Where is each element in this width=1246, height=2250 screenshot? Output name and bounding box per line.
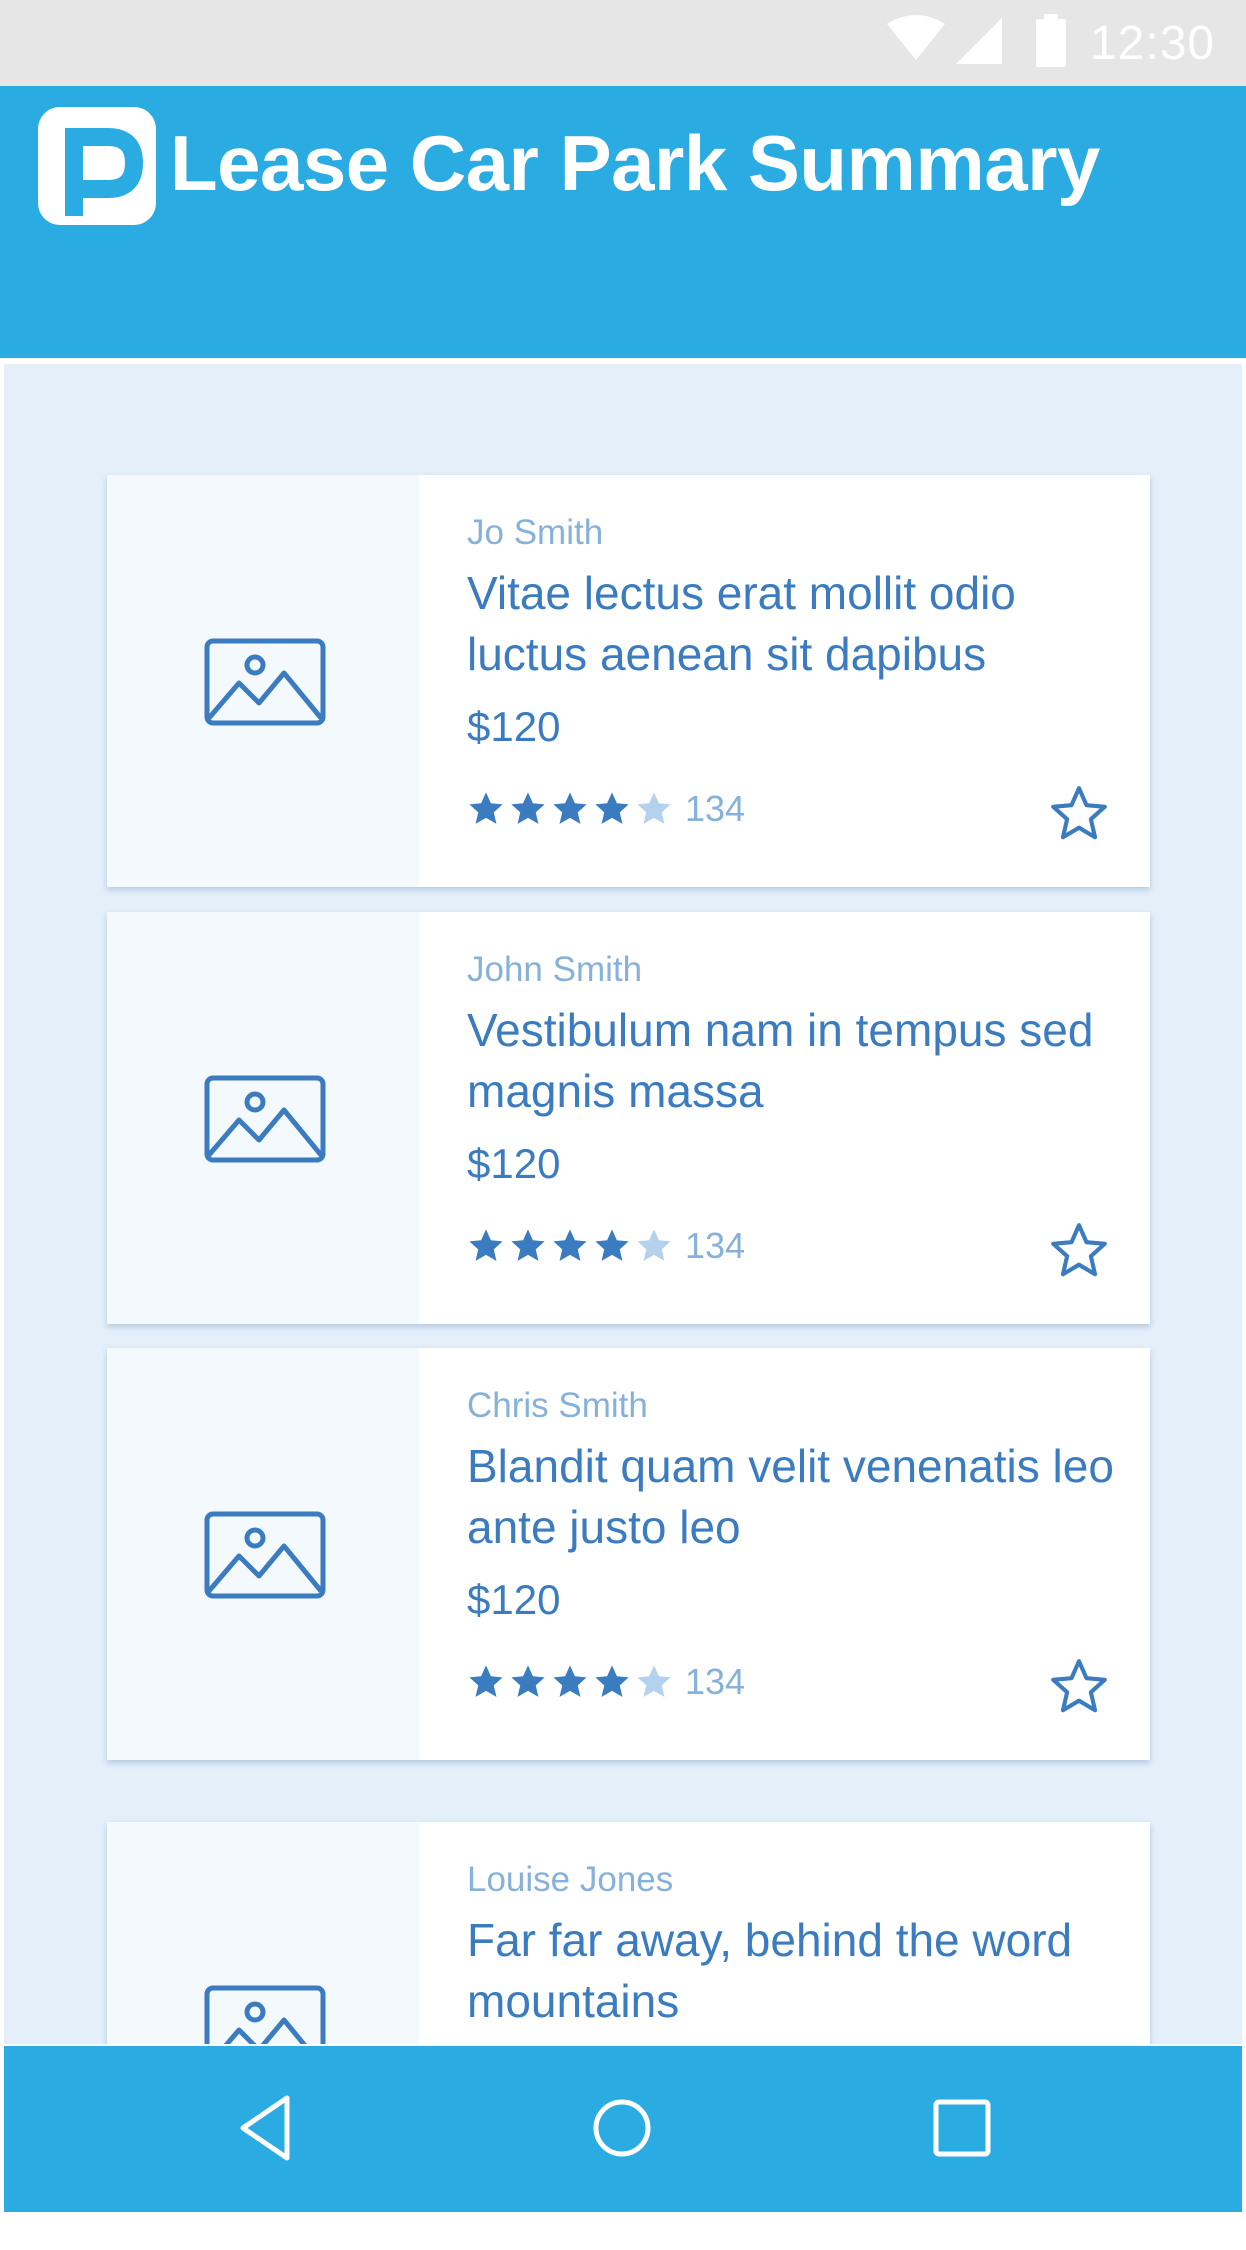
home-icon[interactable]: [582, 2088, 662, 2168]
star-filled-icon: [511, 1229, 545, 1261]
battery-icon: [1036, 14, 1066, 67]
rating-count: 134: [685, 1225, 746, 1266]
listing-card[interactable]: John Smith Vestibulum nam in tempus sed …: [107, 912, 1150, 1324]
star-light-icon: [637, 1229, 671, 1261]
favorite-star-icon[interactable]: [1048, 1220, 1110, 1282]
favorite-star-icon[interactable]: [1048, 783, 1110, 845]
listing-title[interactable]: Vitae lectus erat mollit odio luctus aen…: [467, 563, 1117, 685]
app-title: Lease Car Park Summary: [170, 119, 1100, 207]
listing-rating: 134: [467, 1224, 745, 1268]
listing-thumbnail[interactable]: [107, 912, 419, 1324]
recents-icon[interactable]: [922, 2088, 1002, 2168]
image-placeholder-icon: [204, 1985, 326, 2044]
listing-author: Louise Jones: [467, 1860, 674, 1899]
listing-thumbnail[interactable]: [107, 475, 419, 887]
image-placeholder-icon: [204, 1511, 326, 1599]
star-filled-icon: [595, 1229, 629, 1261]
back-icon[interactable]: [229, 2088, 309, 2168]
star-light-icon: [637, 1665, 671, 1697]
rating-count: 134: [685, 1661, 746, 1702]
listing-thumbnail[interactable]: [107, 1348, 419, 1760]
parking-logo-icon: [38, 107, 156, 225]
status-bar: 12:30: [0, 0, 1246, 86]
navigation-bar: [4, 2046, 1242, 2212]
star-filled-icon: [469, 792, 503, 824]
star-filled-icon: [595, 1665, 629, 1697]
image-placeholder-icon: [204, 1075, 326, 1163]
listing-title[interactable]: Blandit quam velit venenatis leo ante ju…: [467, 1436, 1117, 1558]
star-filled-icon: [595, 792, 629, 824]
listing-thumbnail[interactable]: [107, 1822, 419, 2044]
listing-author: John Smith: [467, 950, 643, 989]
star-filled-icon: [553, 792, 587, 824]
rating-count: 134: [685, 788, 746, 829]
star-filled-icon: [553, 1229, 587, 1261]
listing-card[interactable]: Louise Jones Far far away, behind the wo…: [107, 1822, 1150, 2044]
status-time: 12:30: [1090, 17, 1216, 70]
listing-card[interactable]: Jo Smith Vitae lectus erat mollit odio l…: [107, 475, 1150, 887]
listing-author: Chris Smith: [467, 1386, 648, 1425]
listing-rating: 134: [467, 787, 745, 831]
listing-rating: 134: [467, 1660, 745, 1704]
wifi-icon: [887, 15, 945, 60]
listing-title[interactable]: Far far away, behind the word mountains: [467, 1910, 1117, 2032]
listing-author: Jo Smith: [467, 513, 604, 552]
listing-price: $120: [467, 703, 561, 750]
image-placeholder-icon: [204, 638, 326, 726]
star-filled-icon: [469, 1665, 503, 1697]
signal-icon: [956, 18, 1002, 64]
listing-list[interactable]: Jo Smith Vitae lectus erat mollit odio l…: [4, 364, 1242, 2044]
favorite-star-icon[interactable]: [1048, 1656, 1110, 1718]
star-light-icon: [637, 792, 671, 824]
bottom-edge: [0, 2212, 1246, 2250]
listing-title[interactable]: Vestibulum nam in tempus sed magnis mass…: [467, 1000, 1117, 1122]
listing-card[interactable]: Chris Smith Blandit quam velit venenatis…: [107, 1348, 1150, 1760]
star-filled-icon: [553, 1665, 587, 1697]
listing-price: $120: [467, 1140, 561, 1187]
listing-price: $120: [467, 1576, 561, 1623]
star-filled-icon: [511, 1665, 545, 1697]
star-filled-icon: [511, 792, 545, 824]
star-filled-icon: [469, 1229, 503, 1261]
